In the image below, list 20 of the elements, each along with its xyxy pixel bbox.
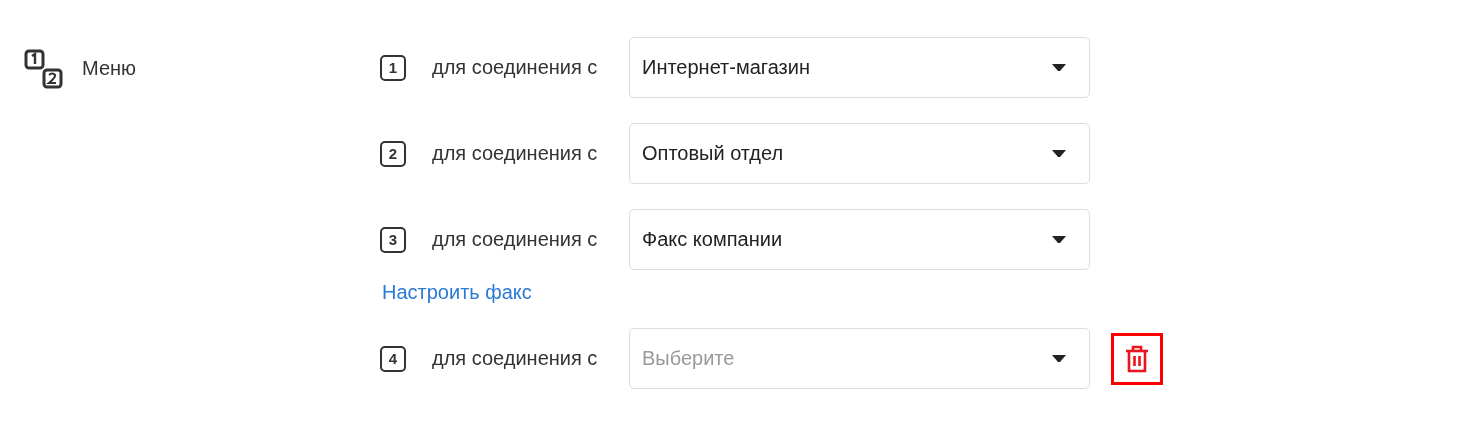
row-label: для соединения с bbox=[432, 347, 599, 370]
caret-icon bbox=[1051, 63, 1067, 72]
row-label: для соединения с bbox=[432, 142, 599, 165]
caret-icon bbox=[1051, 235, 1067, 244]
delete-button[interactable] bbox=[1111, 332, 1163, 385]
row-label: для соединения с bbox=[432, 228, 599, 251]
dropdown-field[interactable]: Факс компании bbox=[629, 209, 1090, 270]
caret-icon bbox=[1051, 149, 1067, 158]
key-number: 2 bbox=[380, 140, 406, 167]
key-number: 1 bbox=[380, 54, 406, 81]
caret-icon bbox=[1051, 354, 1067, 363]
trash-icon bbox=[1124, 343, 1150, 374]
row-label: для соединения с bbox=[432, 56, 599, 79]
numbered-keys-icon bbox=[24, 49, 66, 89]
key-number: 3 bbox=[380, 226, 406, 253]
menu-title: Меню bbox=[82, 57, 137, 80]
setup-fax-link[interactable]: Настроить факс bbox=[382, 281, 532, 304]
dropdown-field[interactable]: Интернет-магазин bbox=[629, 37, 1090, 98]
dropdown-field[interactable]: Оптовый отдел bbox=[629, 123, 1090, 184]
key-number: 4 bbox=[380, 345, 406, 372]
